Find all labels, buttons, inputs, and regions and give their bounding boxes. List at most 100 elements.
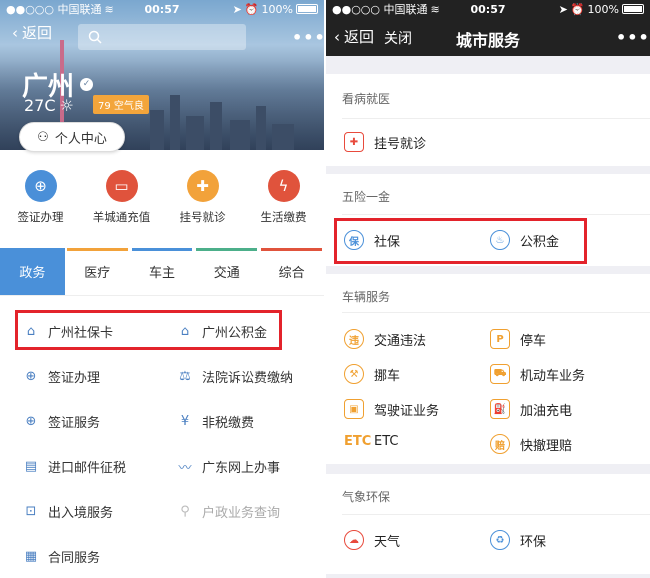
location-icon: ➤ xyxy=(232,2,242,16)
more-menu-button[interactable]: ••• xyxy=(292,28,324,47)
carrier-label: ●●○○○ 中国联通 xyxy=(6,3,102,16)
quick-actions: ⊕ 签证办理 ▭ 羊城通充值 ✚ 挂号就诊 ϟ 生活缴费 xyxy=(0,170,324,225)
service-label: 驾驶证业务 xyxy=(374,403,440,419)
building xyxy=(186,116,204,150)
tab-car-owner[interactable]: 车主 xyxy=(130,248,195,295)
service-etc[interactable]: ETC ETC xyxy=(344,434,398,449)
violation-icon: 违 xyxy=(344,329,364,349)
section-vehicle: 车辆服务 违交通违法 P 停车 ⚒ 挪车 ⛟ 机动车业务 ▣ 驾驶证业务 ⛽ 加油充电 E… xyxy=(326,274,650,464)
weather-temp: 27C ☼ xyxy=(24,96,74,115)
swoosh-icon: 〰 xyxy=(178,461,192,476)
quick-label: 生活缴费 xyxy=(260,210,307,224)
divider xyxy=(342,514,650,515)
service-traffic-violation[interactable]: 违交通违法 xyxy=(344,329,426,349)
quick-visa[interactable]: ⊕ 签证办理 xyxy=(1,170,81,225)
mail-icon: ▤ xyxy=(24,459,38,474)
service-household-query[interactable]: ⚲ 户政业务查询 xyxy=(176,502,280,521)
quick-label: 签证办理 xyxy=(17,210,64,224)
tab-general[interactable]: 综合 xyxy=(259,248,324,295)
alarm-icon: ⏰ xyxy=(244,2,259,16)
section-weather-env: 气象环保 ☁ 天气 ♻ 环保 xyxy=(326,474,650,574)
quick-topup[interactable]: ▭ 羊城通充值 xyxy=(82,170,162,225)
status-bar: ●●○○○ 中国联通 ≋ 00:57 ➤ ⏰ 100% xyxy=(326,0,650,18)
service-label: 出入境服务 xyxy=(48,506,114,521)
service-label: 签证服务 xyxy=(48,416,101,431)
tab-label: 综合 xyxy=(278,266,305,281)
etc-icon: ETC xyxy=(344,434,372,449)
service-label: 非税缴费 xyxy=(202,416,255,431)
globe-icon: ⊕ xyxy=(25,369,37,384)
passport-icon: ⊡ xyxy=(25,504,37,519)
service-quick-claim[interactable]: 赔快撤理赔 xyxy=(490,434,572,454)
hospital-icon: ✚ xyxy=(186,170,219,202)
quick-utility[interactable]: ϟ 生活缴费 xyxy=(244,170,324,225)
recycle-icon: ♻ xyxy=(490,530,510,550)
tab-medical[interactable]: 医疗 xyxy=(65,248,130,295)
claim-icon: 赔 xyxy=(490,434,510,454)
building xyxy=(150,110,164,150)
divider xyxy=(342,312,650,313)
service-weather[interactable]: ☁ 天气 xyxy=(344,530,400,550)
globe-icon: ⊕ xyxy=(25,414,37,429)
divider xyxy=(342,214,650,215)
service-label: 快撤理赔 xyxy=(520,438,573,454)
service-label: ETC xyxy=(374,434,399,449)
service-visa-services[interactable]: ⊕ 签证服务 xyxy=(22,412,100,431)
quick-label: 挂号就诊 xyxy=(179,210,226,224)
chevron-left-icon: ‹ xyxy=(12,23,18,42)
temperature-value: 27C xyxy=(24,96,56,115)
service-license-business[interactable]: ▣ 驾驶证业务 xyxy=(344,399,439,419)
search-input[interactable] xyxy=(78,24,246,50)
search-icon xyxy=(88,30,102,44)
globe-icon: ⊕ xyxy=(24,170,57,202)
service-label: 法院诉讼费缴纳 xyxy=(202,371,294,386)
building xyxy=(256,106,266,150)
fuel-icon: ⛽ xyxy=(490,399,510,419)
service-label: 进口邮件征税 xyxy=(48,461,127,476)
tab-government[interactable]: 政务 xyxy=(0,248,65,295)
weather-icon: ☁ xyxy=(344,530,364,550)
service-label: 广东网上办事 xyxy=(202,461,281,476)
yen-icon: ¥ xyxy=(180,414,190,429)
back-button[interactable]: ‹ 返回 xyxy=(12,22,52,43)
scales-icon: ⚖ xyxy=(179,369,191,384)
building xyxy=(230,120,250,150)
service-immigration[interactable]: ⊡ 出入境服务 xyxy=(22,502,113,521)
location-icon: ➤ xyxy=(558,2,568,16)
building xyxy=(272,124,294,150)
service-vehicle-business[interactable]: ⛟ 机动车业务 xyxy=(490,364,585,384)
service-registration[interactable]: ✚ 挂号就诊 xyxy=(344,132,426,152)
service-import-mail-tax[interactable]: ▤ 进口邮件征税 xyxy=(22,457,126,476)
service-move-car[interactable]: ⚒ 挪车 xyxy=(344,364,400,384)
battery-icon xyxy=(296,4,318,14)
service-guangdong-online[interactable]: 〰广东网上办事 xyxy=(176,457,280,476)
category-tabs: 政务 医疗 车主 交通 综合 xyxy=(0,248,324,296)
personal-center-button[interactable]: ⚇ 个人中心 xyxy=(19,122,125,152)
contract-icon: ▦ xyxy=(24,549,38,564)
wifi-icon: ≋ xyxy=(104,2,114,16)
parking-icon: P xyxy=(490,329,510,349)
tab-transport[interactable]: 交通 xyxy=(194,248,259,295)
back-label: 返回 xyxy=(22,24,53,42)
user-icon: ⚇ xyxy=(37,129,49,145)
service-contract[interactable]: ▦ 合同服务 xyxy=(22,547,100,566)
service-parking[interactable]: P 停车 xyxy=(490,329,546,349)
sun-icon: ☼ xyxy=(59,96,74,115)
more-menu-button[interactable]: ••• xyxy=(616,28,650,47)
personal-center-label: 个人中心 xyxy=(54,131,107,147)
service-label: 停车 xyxy=(520,333,547,349)
service-label: 环保 xyxy=(520,534,547,550)
battery-percent: 100% xyxy=(587,2,619,16)
service-label: 挂号就诊 xyxy=(374,136,427,152)
service-environment[interactable]: ♻ 环保 xyxy=(490,530,546,550)
service-court-fees[interactable]: ⚖ 法院诉讼费缴纳 xyxy=(176,367,293,386)
quick-registration[interactable]: ✚ 挂号就诊 xyxy=(163,170,243,225)
tab-label: 交通 xyxy=(213,266,240,281)
service-non-tax-payment[interactable]: ¥ 非税缴费 xyxy=(176,412,254,431)
service-label: 加油充电 xyxy=(520,403,573,419)
section-header: 车辆服务 xyxy=(342,290,391,304)
service-fuel-charge[interactable]: ⛽ 加油充电 xyxy=(490,399,572,419)
air-quality-badge: 79 空气良 xyxy=(93,95,149,114)
highlight-box xyxy=(15,310,282,350)
service-visa[interactable]: ⊕ 签证办理 xyxy=(22,367,100,386)
